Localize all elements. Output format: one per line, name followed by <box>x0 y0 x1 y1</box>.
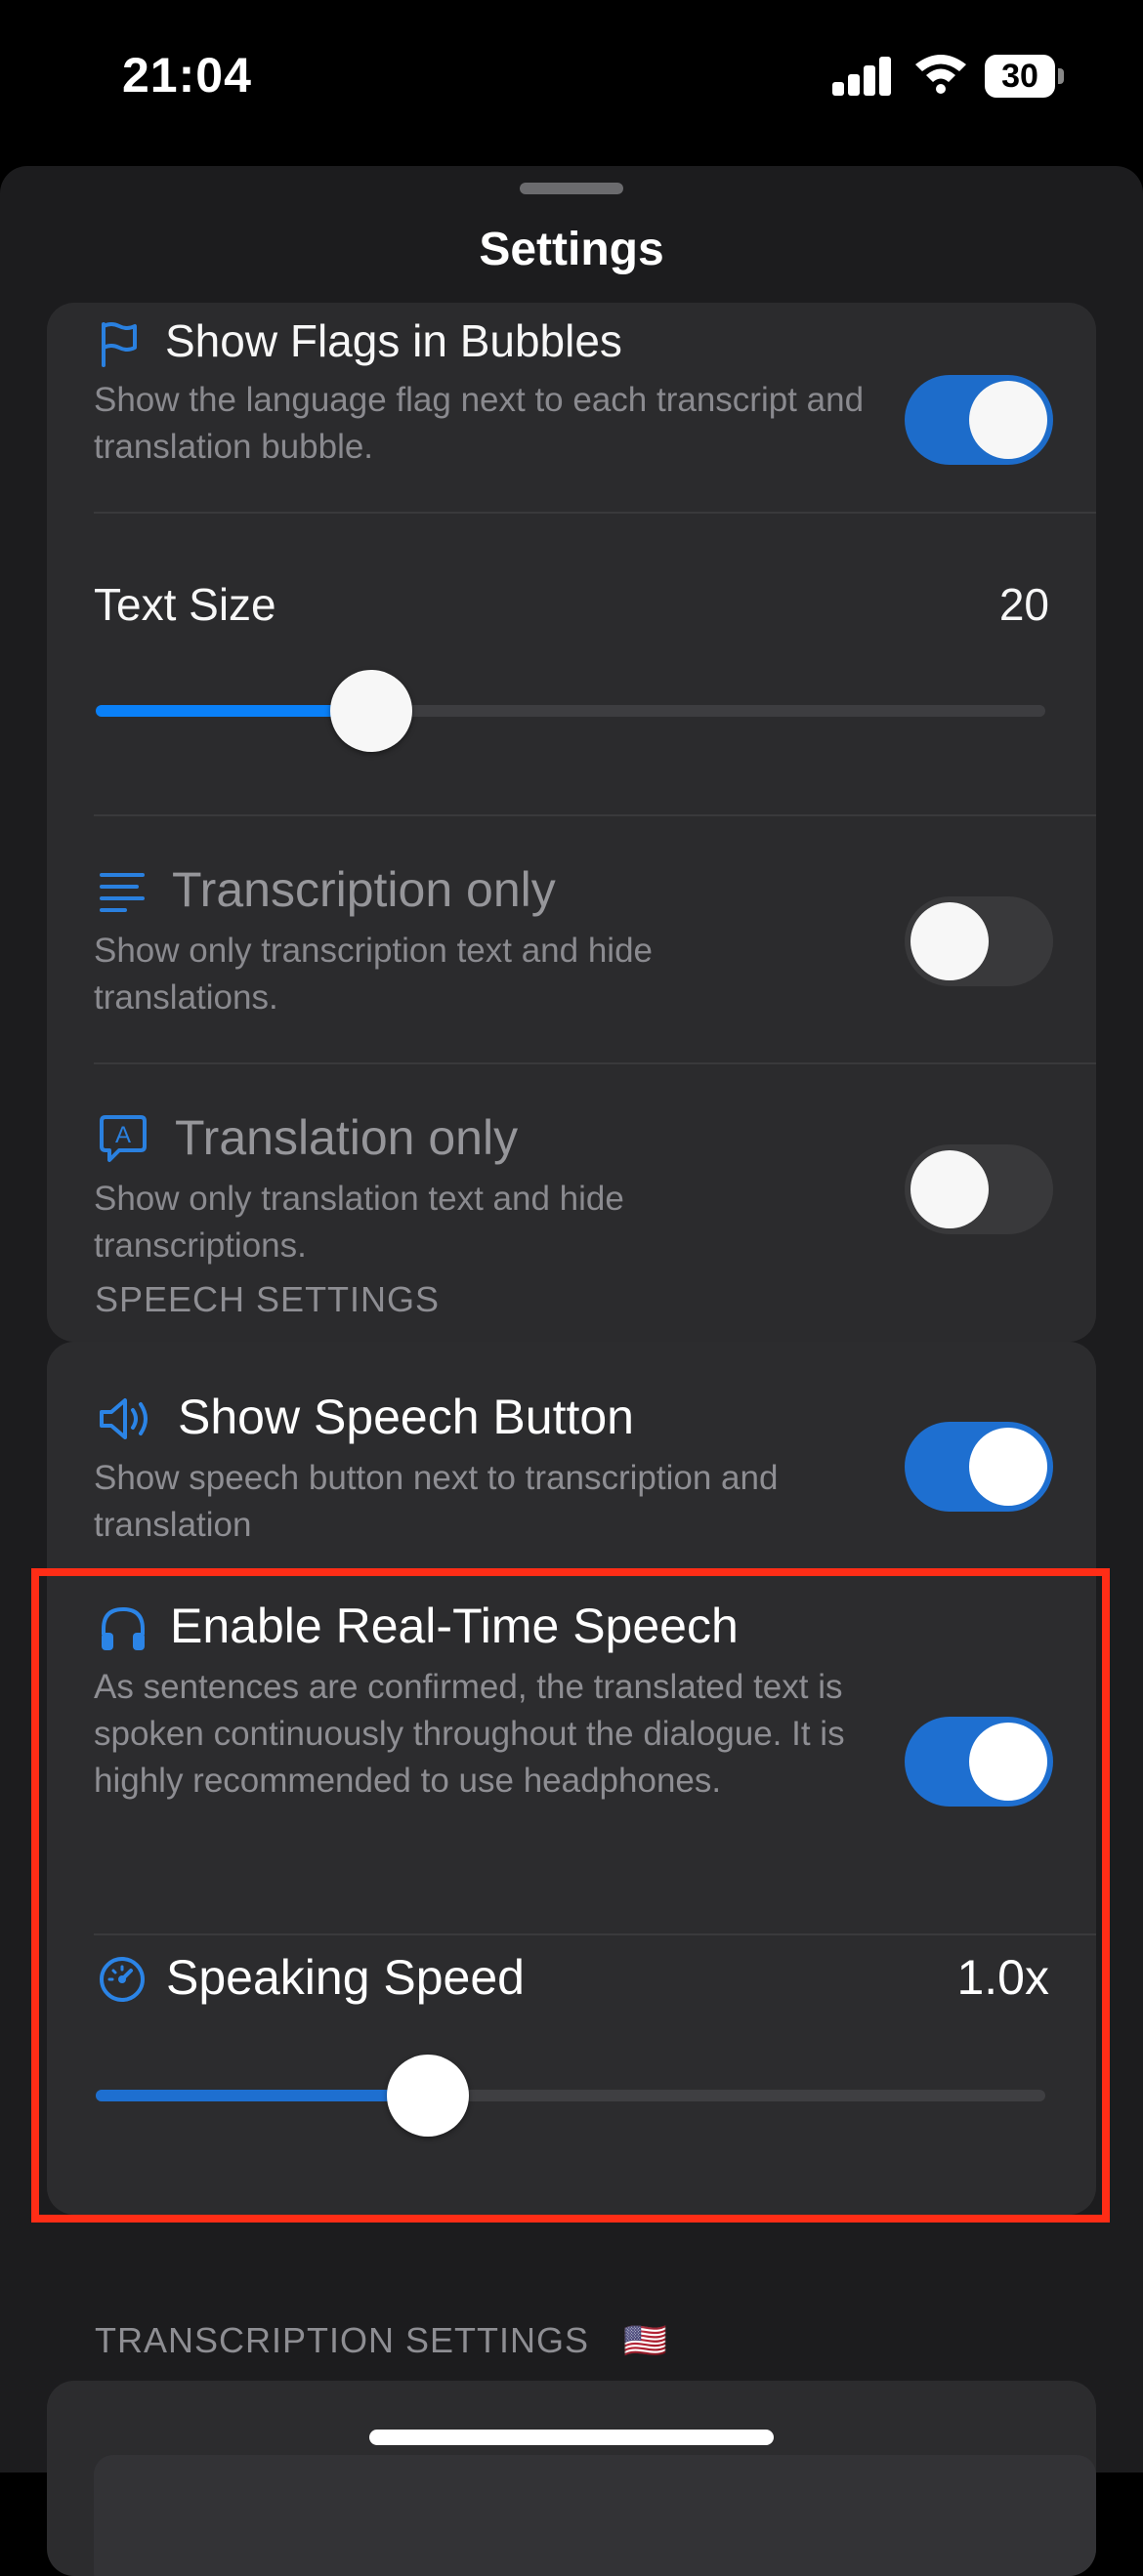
transcription-row[interactable] <box>94 2455 1096 2576</box>
speech-settings-header: SPEECH SETTINGS <box>95 1279 441 1319</box>
cellular-signal-icon <box>832 57 893 96</box>
text-size-slider[interactable] <box>96 670 1045 752</box>
text-size-slider-thumb[interactable] <box>330 670 412 752</box>
separator <box>94 814 1096 816</box>
svg-text:A: A <box>115 1122 131 1148</box>
home-indicator[interactable] <box>369 2430 774 2445</box>
separator <box>94 512 1096 514</box>
sheet-title: Settings <box>479 224 664 275</box>
text-lines-icon <box>100 873 145 912</box>
speaker-icon <box>100 1398 148 1439</box>
transcription-only-title: Transcription only <box>172 862 556 917</box>
translation-only-title: Translation only <box>175 1110 519 1165</box>
status-bar: 21:04 30 <box>0 0 1143 156</box>
separator <box>94 1062 1096 1064</box>
transcription-only-description: Show only transcription text and hide tr… <box>94 932 653 1017</box>
sheet-grabber[interactable] <box>520 183 623 194</box>
us-flag-icon: 🇺🇸 <box>623 2320 668 2360</box>
transcription-settings-label: TRANSCRIPTION SETTINGS <box>95 2320 590 2360</box>
highlight-box <box>31 1568 1110 2223</box>
show-speech-button-toggle[interactable] <box>905 1422 1053 1512</box>
wifi-icon <box>915 55 966 94</box>
transcription-settings-header: TRANSCRIPTION SETTINGS 🇺🇸 <box>95 2320 668 2361</box>
show-flags-title: Show Flags in Bubbles <box>165 315 622 366</box>
transcription-only-toggle[interactable] <box>905 896 1053 986</box>
show-speech-button-description: Show speech button next to transcription… <box>94 1459 779 1544</box>
flag-icon <box>102 322 137 367</box>
transcription-settings-card <box>47 2381 1096 2576</box>
translate-bubble-icon: A <box>100 1115 147 1162</box>
translation-only-toggle[interactable] <box>905 1144 1053 1234</box>
text-size-title: Text Size <box>94 579 276 630</box>
battery-level: 30 <box>1001 58 1038 95</box>
show-flags-toggle[interactable] <box>905 375 1053 465</box>
show-speech-button-title: Show Speech Button <box>178 1390 634 1444</box>
text-size-value: 20 <box>998 579 1049 630</box>
display-settings-card: Show Flags in Bubbles Show the language … <box>47 303 1096 1342</box>
show-flags-description: Show the language flag next to each tran… <box>94 381 865 466</box>
translation-only-description: Show only translation text and hide tran… <box>94 1180 624 1265</box>
status-time: 21:04 <box>122 48 252 103</box>
battery-icon: 30 <box>985 55 1064 98</box>
